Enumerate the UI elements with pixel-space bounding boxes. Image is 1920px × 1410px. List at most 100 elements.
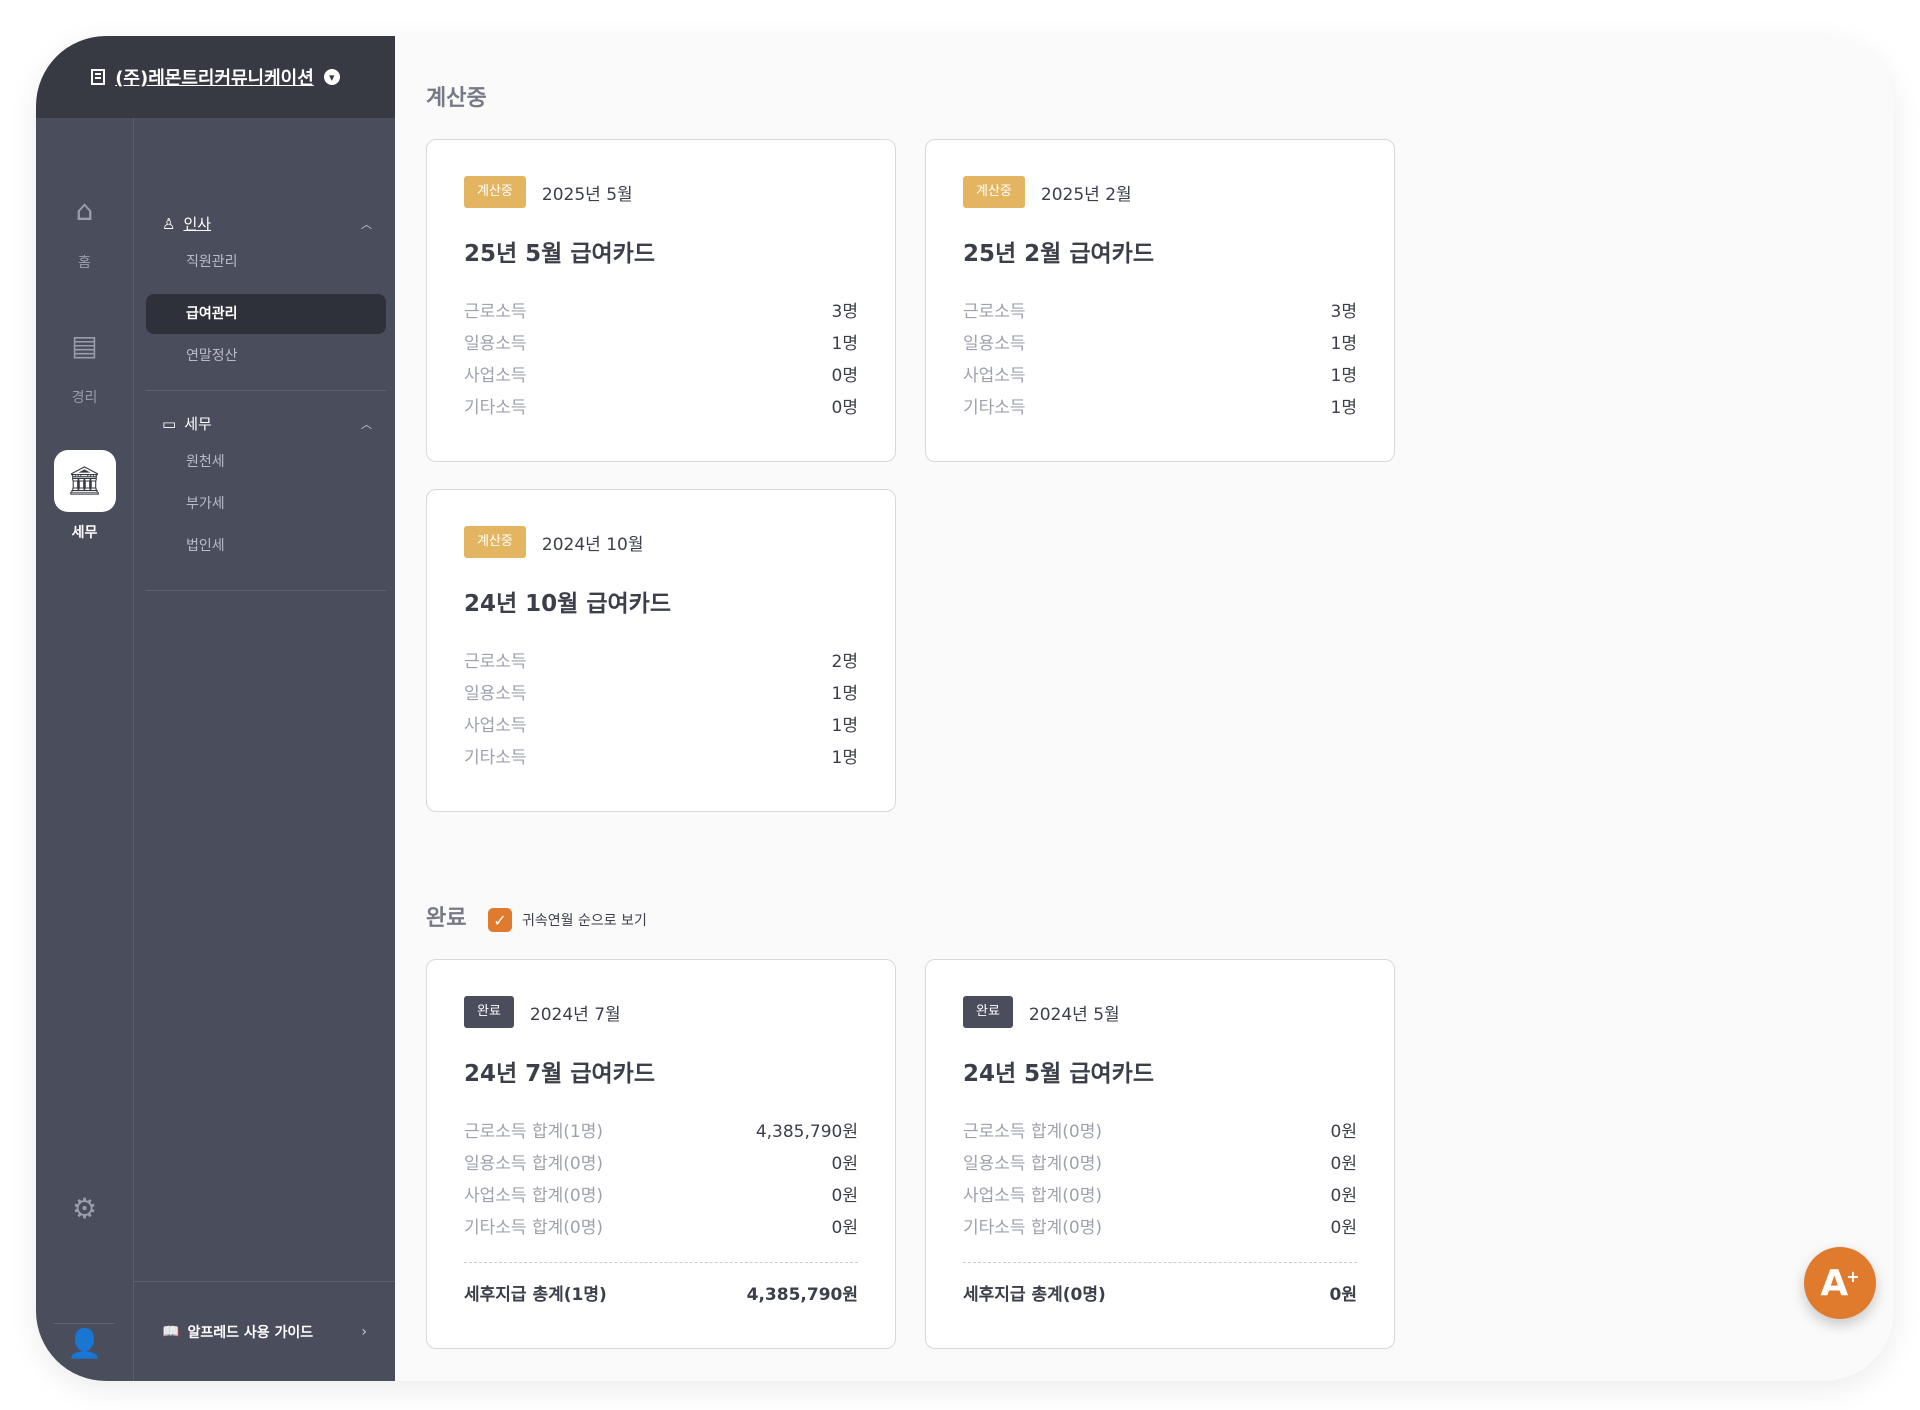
- row-label: 사업소득 합계(0명): [464, 1186, 603, 1206]
- row-label: 사업소득: [464, 716, 527, 736]
- card-row: 기타소득 1명: [963, 392, 1357, 424]
- payroll-card[interactable]: 완료 2024년 5월 24년 5월 급여카드 근로소득 합계(0명) 0원 일용…: [925, 959, 1395, 1349]
- chevron-down-icon[interactable]: ▾: [323, 69, 340, 85]
- card-row: 기타소득 합계(0명) 0원: [963, 1212, 1357, 1244]
- row-label: 근로소득: [464, 302, 527, 322]
- sidebar-divider: [146, 390, 386, 391]
- row-value: 0원: [831, 1186, 858, 1206]
- chevron-up-icon[interactable]: ︿: [361, 416, 372, 432]
- row-label: 일용소득: [464, 334, 527, 354]
- row-value: 1명: [831, 748, 858, 768]
- chevron-right-icon: ›: [361, 1323, 367, 1340]
- row-label: 기타소득 합계(0명): [963, 1218, 1102, 1238]
- card-row: 일용소득 합계(0명) 0원: [963, 1148, 1357, 1180]
- user-guide-link[interactable]: 📖 알프레드 사용 가이드 ›: [134, 1281, 395, 1381]
- card-row: 사업소득 합계(0명) 0원: [963, 1180, 1357, 1212]
- row-label: 일용소득 합계(0명): [963, 1154, 1102, 1174]
- main-content: 계산중 계산중 2025년 5월 25년 5월 급여카드 근로소득 3명 일용소득…: [396, 36, 1894, 1381]
- row-label: 근로소득 합계(0명): [963, 1122, 1102, 1142]
- rail-item-label: 세무: [71, 525, 98, 541]
- rail-item-accounting[interactable]: ▤ 경리: [36, 315, 133, 407]
- section-label: 세무: [184, 415, 212, 433]
- row-value: 0원: [1330, 1218, 1357, 1238]
- sidebar-item-vat[interactable]: 부가세: [146, 484, 386, 524]
- building-icon: [91, 69, 106, 85]
- card-row: 근로소득 2명: [464, 646, 858, 678]
- home-icon: ⌂: [75, 194, 94, 227]
- ai-assistant-button[interactable]: A+: [1804, 1247, 1876, 1319]
- sidebar-section-hr[interactable]: ♙ 인사 ︿: [162, 213, 372, 234]
- card-row: 사업소득 1명: [464, 710, 858, 742]
- rail-item-home[interactable]: ⌂ 홈: [36, 180, 133, 272]
- sidebar-item-year-end[interactable]: 연말정산: [146, 336, 386, 376]
- row-value: 0원: [831, 1218, 858, 1238]
- total-label: 세후지급 총계(0명): [963, 1285, 1106, 1305]
- row-value: 1명: [1330, 334, 1357, 354]
- card-period: 2024년 10월: [541, 534, 644, 555]
- sidebar-divider: [146, 590, 386, 591]
- row-value: 0원: [1330, 1154, 1357, 1174]
- gear-icon: ⚙: [71, 1192, 98, 1225]
- row-label: 사업소득: [963, 366, 1026, 386]
- row-value: 3명: [1330, 302, 1357, 322]
- status-badge: 완료: [464, 996, 514, 1028]
- sidebar-item-withholding[interactable]: 원천세: [146, 442, 386, 482]
- card-period: 2025년 2월: [1040, 184, 1132, 205]
- payroll-card[interactable]: 계산중 2025년 5월 25년 5월 급여카드 근로소득 3명 일용소득 1명 사…: [426, 139, 896, 462]
- company-selector[interactable]: (주)레몬트리커뮤니케이션 ▾: [36, 36, 395, 118]
- row-value: 1명: [831, 334, 858, 354]
- book-icon: 📖: [162, 1323, 180, 1340]
- chevron-up-icon[interactable]: ︿: [361, 216, 372, 232]
- total-label: 세후지급 총계(1명): [464, 1285, 607, 1305]
- status-badge: 계산중: [963, 176, 1025, 208]
- checkmark-icon[interactable]: ✓: [488, 908, 512, 932]
- rail-item-settings[interactable]: ⚙: [36, 1178, 133, 1250]
- card-row: 사업소득 합계(0명) 0원: [464, 1180, 858, 1212]
- dashed-divider: [963, 1262, 1357, 1263]
- sidebar-item-corporate-tax[interactable]: 법인세: [146, 526, 386, 566]
- card-title: 24년 7월 급여카드: [464, 1061, 655, 1087]
- rail-item-profile[interactable]: 👤: [36, 1313, 133, 1381]
- card-row: 사업소득 1명: [963, 360, 1357, 392]
- row-value: 3명: [831, 302, 858, 322]
- payroll-card[interactable]: 계산중 2025년 2월 25년 2월 급여카드 근로소득 3명 일용소득 1명 사…: [925, 139, 1395, 462]
- sidebar-section-tax[interactable]: ▭ 세무 ︿: [162, 413, 372, 434]
- ledger-icon: ▤: [71, 329, 98, 362]
- row-label: 기타소득: [464, 398, 527, 418]
- row-value: 0원: [1330, 1122, 1357, 1142]
- row-label: 기타소득 합계(0명): [464, 1218, 603, 1238]
- card-icon: ▭: [162, 414, 177, 433]
- row-label: 근로소득 합계(1명): [464, 1122, 603, 1142]
- row-value: 2명: [831, 652, 858, 672]
- icon-rail: ⌂ 홈 ▤ 경리 🏛 세무 ⚙ 👤: [36, 118, 134, 1381]
- user-icon: 👤: [67, 1327, 102, 1360]
- app-window: (주)레몬트리커뮤니케이션 ▾ ⌂ 홈 ▤ 경리 🏛 세무 ⚙ 👤 ♙ 인사 ︿: [36, 36, 1894, 1381]
- payroll-card[interactable]: 계산중 2024년 10월 24년 10월 급여카드 근로소득 2명 일용소득 1명…: [426, 489, 896, 812]
- card-row: 근로소득 3명: [963, 296, 1357, 328]
- card-title: 25년 2월 급여카드: [963, 241, 1154, 267]
- sort-by-period-checkbox[interactable]: ✓ 귀속연월 순으로 보기: [488, 908, 647, 932]
- section-title-completed: 완료: [426, 906, 467, 931]
- sidebar-item-payroll[interactable]: 급여관리: [146, 294, 386, 334]
- rail-item-tax[interactable]: 🏛 세무: [36, 450, 133, 542]
- card-period: 2025년 5월: [541, 184, 633, 205]
- row-label: 일용소득: [464, 684, 527, 704]
- card-title: 24년 5월 급여카드: [963, 1061, 1154, 1087]
- checkbox-label: 귀속연월 순으로 보기: [522, 913, 647, 929]
- row-label: 사업소득: [464, 366, 527, 386]
- row-label: 기타소득: [963, 398, 1026, 418]
- row-value: 0원: [1330, 1186, 1357, 1206]
- row-value: 4,385,790원: [755, 1122, 858, 1142]
- company-name[interactable]: (주)레몬트리커뮤니케이션: [115, 64, 314, 90]
- row-label: 사업소득 합계(0명): [963, 1186, 1102, 1206]
- card-total: 세후지급 총계(1명) 4,385,790원: [464, 1279, 858, 1311]
- payroll-card[interactable]: 완료 2024년 7월 24년 7월 급여카드 근로소득 합계(1명) 4,385…: [426, 959, 896, 1349]
- row-label: 근로소득: [963, 302, 1026, 322]
- row-value: 1명: [831, 716, 858, 736]
- card-row: 기타소득 0명: [464, 392, 858, 424]
- sidebar-item-employees[interactable]: 직원관리: [146, 242, 386, 282]
- rail-item-label: 홈: [78, 255, 91, 271]
- card-row: 일용소득 1명: [464, 678, 858, 710]
- card-row: 기타소득 1명: [464, 742, 858, 774]
- row-label: 일용소득: [963, 334, 1026, 354]
